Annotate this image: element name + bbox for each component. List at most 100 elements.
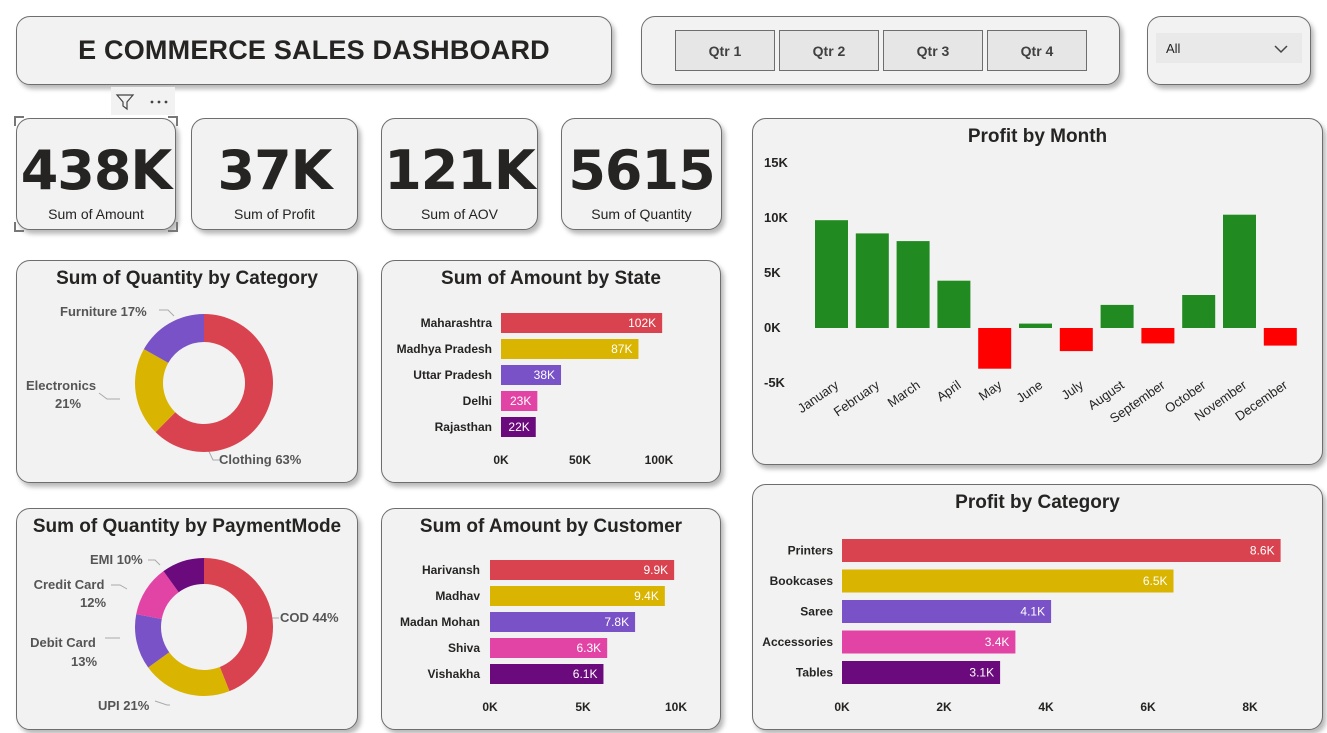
- kpi-card-aov: 121K Sum of AOV: [381, 118, 538, 230]
- kpi-card-profit: 37K Sum of Profit: [191, 118, 358, 230]
- column-october: [1182, 295, 1216, 328]
- category-label-bookcases: Bookcases: [770, 574, 834, 588]
- data-label-madan-mohan: 7.8K: [604, 615, 629, 629]
- month-label-july: July: [1058, 377, 1086, 403]
- qtr2-button[interactable]: Qtr 2: [779, 30, 879, 71]
- axis-tick-label: 0K: [493, 453, 509, 467]
- axis-tick-label: 0K: [482, 700, 498, 714]
- chevron-down-icon: [1274, 45, 1288, 54]
- bar-chart: Harivansh 9.9K Madhav 9.4K Madan Mohan 7.8K Sh…: [400, 560, 687, 714]
- kpi-card-amount[interactable]: 438K Sum of Amount: [14, 116, 178, 232]
- selection-handle[interactable]: [168, 222, 178, 232]
- amount-by-customer-card: Sum of Amount by Customer Harivansh 9.9K M…: [381, 508, 721, 730]
- category-label-harivansh: Harivansh: [422, 563, 480, 577]
- qtr3-button[interactable]: Qtr 3: [883, 30, 983, 71]
- category-label-printers: Printers: [788, 544, 834, 558]
- category-label-tables: Tables: [796, 666, 833, 680]
- data-label-tables: 3.1K: [969, 666, 994, 680]
- donut-label-electronics-pct: 21%: [55, 396, 81, 411]
- dropdown-selected-value: All: [1166, 41, 1181, 56]
- axis-tick-label: -5K: [764, 375, 786, 390]
- category-label-shiva: Shiva: [448, 641, 480, 655]
- data-label-uttar-pradesh: 38K: [534, 368, 555, 382]
- data-label-madhav: 9.4K: [634, 589, 659, 603]
- donut-label-furniture: Furniture 17%: [60, 304, 147, 319]
- bar-printers: [842, 539, 1281, 562]
- axis-tick-label: 8K: [1242, 700, 1258, 714]
- bar-bookcases: [842, 569, 1174, 593]
- category-label-accessories: Accessories: [762, 635, 833, 649]
- data-label-bookcases: 6.5K: [1143, 574, 1168, 588]
- column-february: [855, 233, 889, 328]
- filter-icon[interactable]: [114, 91, 136, 113]
- bar-chart: Maharashtra 102K Madhya Pradesh 87K Uttar Pr…: [397, 313, 674, 467]
- profit-by-month-card: Profit by Month 15K 10K 5K 0K -5K January Febr…: [752, 118, 1323, 465]
- kpi-label: Sum of AOV: [420, 206, 499, 222]
- axis-tick-label: 15K: [764, 155, 788, 170]
- axis-tick-label: 5K: [575, 700, 591, 714]
- data-label-maharashtra: 102K: [628, 316, 656, 330]
- column-chart: 15K10K5K0K-5K JanuaryFebruary March April Ma…: [764, 155, 1297, 426]
- column-april: [937, 280, 971, 328]
- axis-tick-label: 10K: [764, 210, 788, 225]
- kpi-label: Sum of Profit: [234, 206, 315, 222]
- category-label-vishakha: Vishakha: [428, 667, 481, 681]
- data-label-printers: 8.6K: [1250, 544, 1275, 558]
- donut-label-electronics: Electronics: [26, 378, 96, 393]
- axis-tick-label: 2K: [936, 700, 952, 714]
- data-label-delhi: 23K: [510, 394, 531, 408]
- quantity-by-paymentmode-card: Sum of Quantity by PaymentMode COD 44% U…: [16, 508, 358, 730]
- month-label-april: April: [934, 377, 964, 404]
- donut-slice-upi: [148, 652, 230, 696]
- data-label-harivansh: 9.9K: [643, 563, 668, 577]
- amount-by-state-card: Sum of Amount by State Maharashtra 102K Ma…: [381, 260, 721, 483]
- visual-header: [111, 87, 175, 115]
- kpi-value: 37K: [217, 139, 333, 202]
- qtr1-button[interactable]: Qtr 1: [675, 30, 775, 71]
- donut-label-credit-card-pct: 12%: [80, 595, 106, 610]
- category-label-saree: Saree: [800, 605, 833, 619]
- column-december: [1263, 328, 1297, 346]
- axis-tick-label: 10K: [665, 700, 687, 714]
- kpi-value: 121K: [384, 139, 536, 202]
- column-june: [1019, 323, 1052, 328]
- kpi-value: 438K: [20, 139, 173, 202]
- page-title: E COMMERCE SALES DASHBOARD: [78, 35, 550, 65]
- data-label-shiva: 6.3K: [576, 641, 601, 655]
- donut-label-debit-card: Debit Card: [30, 635, 96, 650]
- donut-label-emi: EMI 10%: [90, 552, 143, 567]
- selection-handle[interactable]: [14, 222, 24, 232]
- data-label-accessories: 3.4K: [985, 635, 1010, 649]
- quantity-by-category-card: Sum of Quantity by Category Furniture 17…: [16, 260, 358, 483]
- qtr4-button[interactable]: Qtr 4: [987, 30, 1087, 71]
- data-label-madhya-pradesh: 87K: [611, 342, 632, 356]
- axis-tick-label: 6K: [1140, 700, 1156, 714]
- more-options-icon[interactable]: [147, 91, 171, 113]
- donut-chart: COD 44% UPI 21% Debit Card 13% Credit Ca…: [30, 552, 339, 713]
- selection-handle[interactable]: [14, 116, 24, 126]
- data-label-saree: 4.1K: [1020, 605, 1045, 619]
- column-august: [1100, 304, 1134, 328]
- slicer-dropdown[interactable]: All: [1156, 33, 1302, 63]
- profit-by-category-card: Profit by Category Printers 8.6K Bookcases…: [752, 484, 1323, 730]
- category-label-uttar-pradesh: Uttar Pradesh: [413, 368, 492, 382]
- bar-chart: Printers 8.6K Bookcases 6.5K Saree 4.1K Access…: [762, 539, 1281, 714]
- donut-label-credit-card: Credit Card: [34, 577, 105, 592]
- quarter-slicer: Qtr 1 Qtr 2 Qtr 3 Qtr 4: [641, 16, 1120, 85]
- category-label-delhi: Delhi: [463, 394, 492, 408]
- selection-handle[interactable]: [168, 116, 178, 126]
- data-label-vishakha: 6.1K: [573, 667, 598, 681]
- column-november: [1223, 214, 1256, 328]
- kpi-label: Sum of Quantity: [591, 206, 692, 222]
- dashboard-title-card: E COMMERCE SALES DASHBOARD: [16, 16, 612, 85]
- month-label-may: May: [976, 377, 1005, 404]
- category-label-madhav: Madhav: [435, 589, 480, 603]
- donut-label-clothing: Clothing 63%: [219, 452, 302, 467]
- column-july: [1059, 328, 1093, 352]
- month-label-march: March: [885, 377, 923, 410]
- month-label-february: February: [831, 377, 883, 419]
- axis-tick-label: 100K: [645, 453, 674, 467]
- axis-tick-label: 4K: [1038, 700, 1054, 714]
- axis-tick-label: 0K: [764, 320, 781, 335]
- category-label-madhya-pradesh: Madhya Pradesh: [397, 342, 492, 356]
